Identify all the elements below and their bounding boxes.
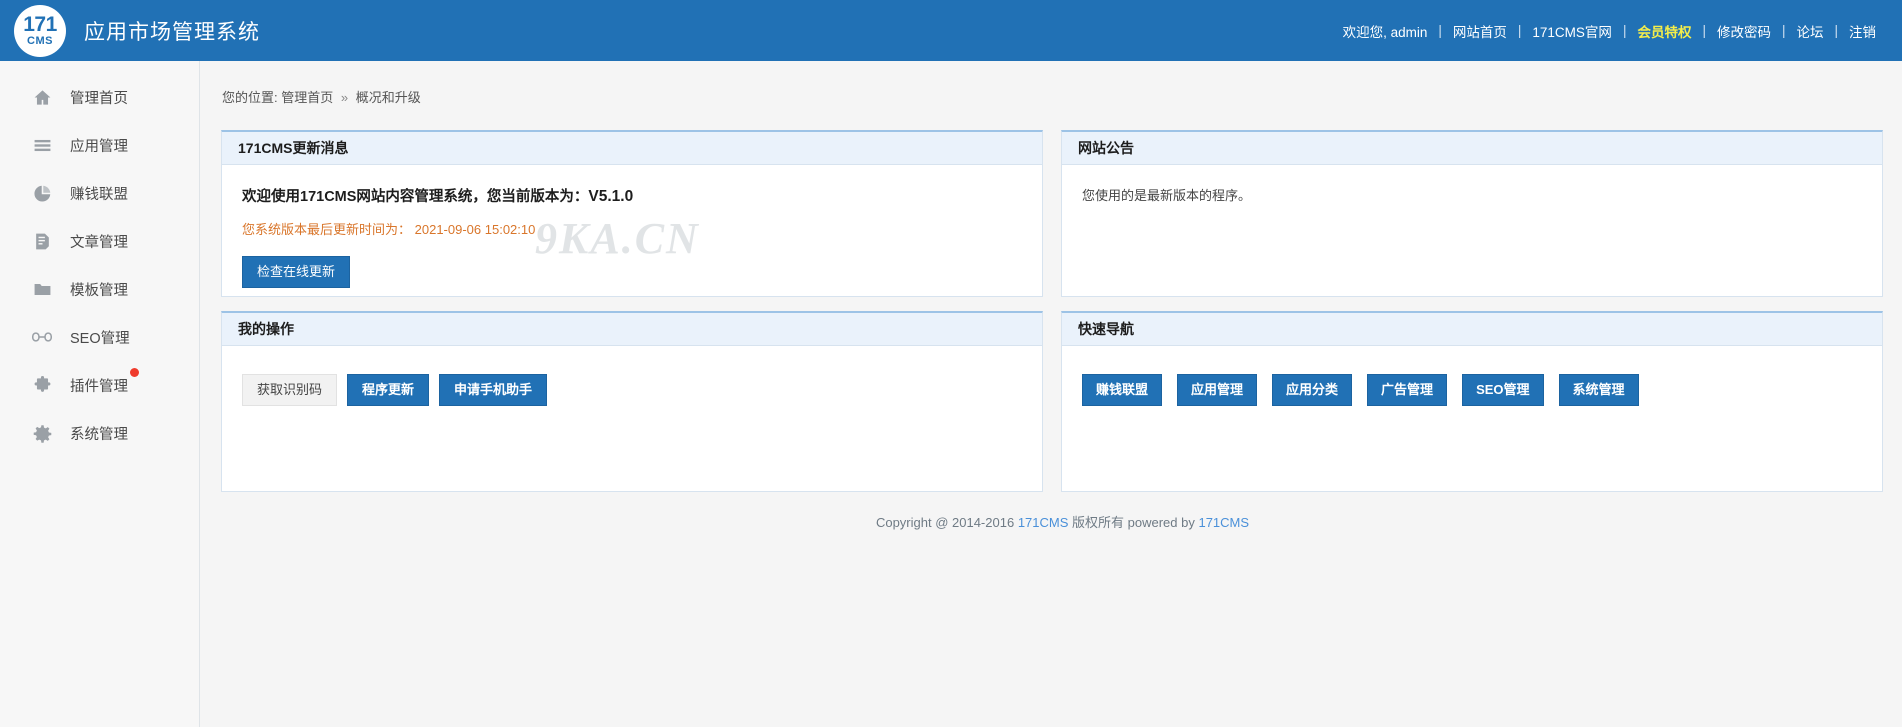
folder-icon [32, 279, 52, 299]
nav-separator: | [1781, 23, 1786, 38]
last-update-time: 2021-09-06 15:02:10 [414, 222, 536, 237]
panel-my-operations: 我的操作 获取识别码 程序更新 申请手机助手 [221, 311, 1043, 492]
copyright-prefix: Copyright @ 2014-2016 [875, 515, 1015, 530]
quick-nav-app-category-button[interactable]: 应用分类 [1272, 374, 1353, 406]
panel-grid: 171CMS更新消息 欢迎使用171CMS网站内容管理系统，您当前版本为：V5.… [200, 106, 1902, 492]
app-title: 应用市场管理系统 [84, 20, 260, 44]
panel-body: 获取识别码 程序更新 申请手机助手 [222, 346, 1042, 491]
gear-icon [32, 423, 52, 443]
sidebar-item-label: 插件管理 [70, 367, 139, 396]
panel-title: 171CMS更新消息 [222, 132, 1042, 165]
panel-body: 赚钱联盟 应用管理 应用分类 广告管理 SEO管理 系统管理 [1062, 346, 1882, 491]
brand: 171 CMS 应用市场管理系统 [14, 4, 260, 57]
logo-171cms-icon: 171 CMS [14, 4, 66, 57]
breadcrumb-separator: » [340, 90, 349, 105]
puzzle-icon [32, 375, 52, 395]
quick-nav-seo-management-button[interactable]: SEO管理 [1462, 374, 1544, 406]
sidebar-item-label: 系统管理 [70, 426, 128, 443]
sidebar-item-label: 模板管理 [70, 282, 128, 299]
sidebar-item-plugin-management[interactable]: 插件管理 [0, 361, 199, 409]
quick-nav-ad-management-button[interactable]: 广告管理 [1367, 374, 1448, 406]
top-navigation: 欢迎您, admin | 网站首页 | 171CMS官网 | 会员特权 | 修改… [1343, 21, 1878, 41]
announcement-text: 您使用的是最新版本的程序。 [1082, 188, 1252, 203]
list-icon [32, 135, 52, 155]
panel-site-announcement: 网站公告 您使用的是最新版本的程序。 [1061, 130, 1883, 297]
quick-nav-money-alliance-button[interactable]: 赚钱联盟 [1082, 374, 1163, 406]
footer-brand-link-1[interactable]: 171CMS [1018, 515, 1069, 530]
breadcrumb-current: 概况和升级 [355, 90, 421, 105]
pie-chart-icon [32, 183, 52, 203]
sidebar: 管理首页 应用管理 赚钱联盟 文章管理 模板管理 SEO管理 插件管理 系统管理 [0, 61, 200, 727]
nav-link-change-password[interactable]: 修改密码 [1715, 21, 1773, 41]
content-area: 您的位置: 管理首页 » 概况和升级 171CMS更新消息 欢迎使用171CMS… [200, 61, 1902, 727]
sidebar-item-label: 应用管理 [70, 138, 128, 155]
panel-body: 您使用的是最新版本的程序。 [1062, 165, 1882, 296]
nav-separator: | [1702, 23, 1706, 38]
footer-brand-link-2[interactable]: 171CMS [1198, 515, 1249, 530]
version-line: 欢迎使用171CMS网站内容管理系统，您当前版本为：V5.1.0 [242, 185, 1022, 206]
nav-separator: | [1622, 23, 1627, 38]
nav-separator: | [1834, 23, 1838, 38]
sidebar-item-template-management[interactable]: 模板管理 [0, 265, 199, 313]
document-icon [32, 231, 52, 251]
sidebar-item-article-management[interactable]: 文章管理 [0, 217, 199, 265]
logo-bottom-text: CMS [27, 35, 53, 47]
nav-link-official-site[interactable]: 171CMS官网 [1530, 21, 1614, 41]
version-value: V5.1.0 [588, 188, 634, 205]
nav-link-logout[interactable]: 注销 [1847, 21, 1878, 41]
nav-separator: | [1438, 23, 1442, 38]
sidebar-item-money-alliance[interactable]: 赚钱联盟 [0, 169, 199, 217]
panel-title: 快速导航 [1062, 313, 1882, 346]
breadcrumb: 您的位置: 管理首页 » 概况和升级 [200, 61, 1902, 106]
top-header-bar: 171 CMS 应用市场管理系统 欢迎您, admin | 网站首页 | 171… [0, 0, 1902, 61]
welcome-message: 欢迎使用171CMS网站内容管理系统，您当前版本为： [242, 189, 589, 205]
sidebar-item-label: 文章管理 [70, 234, 128, 251]
apply-mobile-assistant-button[interactable]: 申请手机助手 [439, 374, 548, 406]
breadcrumb-prefix: 您的位置: [222, 90, 278, 105]
sidebar-item-dashboard[interactable]: 管理首页 [0, 73, 199, 121]
sidebar-item-seo-management[interactable]: SEO管理 [0, 313, 199, 361]
get-identification-code-button[interactable]: 获取识别码 [242, 374, 338, 406]
panel-title: 网站公告 [1062, 132, 1882, 165]
panel-quick-navigation: 快速导航 赚钱联盟 应用管理 应用分类 广告管理 SEO管理 系统管理 [1061, 311, 1883, 492]
quick-nav-system-management-button[interactable]: 系统管理 [1558, 374, 1639, 406]
main-layout: 管理首页 应用管理 赚钱联盟 文章管理 模板管理 SEO管理 插件管理 系统管理… [0, 61, 1902, 727]
quick-nav-buttons: 赚钱联盟 应用管理 应用分类 广告管理 SEO管理 系统管理 [1082, 374, 1862, 406]
sidebar-item-app-management[interactable]: 应用管理 [0, 121, 199, 169]
notification-badge-icon [130, 367, 139, 377]
last-update-label: 您系统版本最后更新时间为： [242, 222, 412, 237]
nav-link-site-home[interactable]: 网站首页 [1451, 21, 1509, 41]
welcome-text: 欢迎您, admin [1342, 24, 1428, 40]
quick-nav-app-management-button[interactable]: 应用管理 [1177, 374, 1258, 406]
logo-top-text: 171 [23, 13, 57, 36]
footer-middle-text: 版权所有 powered by [1072, 515, 1195, 530]
nav-link-forum[interactable]: 论坛 [1794, 21, 1825, 41]
link-icon [32, 327, 52, 347]
sidebar-item-system-management[interactable]: 系统管理 [0, 409, 199, 457]
home-icon [32, 87, 52, 107]
sidebar-item-label: SEO管理 [70, 330, 130, 347]
sidebar-item-label: 赚钱联盟 [70, 186, 128, 203]
nav-link-member-privilege[interactable]: 会员特权 [1635, 21, 1693, 41]
panel-update-news: 171CMS更新消息 欢迎使用171CMS网站内容管理系统，您当前版本为：V5.… [221, 130, 1043, 297]
last-update-line: 您系统版本最后更新时间为： 2021-09-06 15:02:10 [242, 219, 1022, 238]
sidebar-item-label: 管理首页 [70, 90, 128, 107]
panel-body: 欢迎使用171CMS网站内容管理系统，您当前版本为：V5.1.0 您系统版本最后… [222, 165, 1042, 296]
footer: Copyright @ 2014-2016 171CMS 版权所有 powere… [221, 492, 1902, 531]
check-online-update-button[interactable]: 检查在线更新 [242, 256, 351, 288]
sidebar-item-label-text: 插件管理 [70, 378, 128, 395]
program-update-button[interactable]: 程序更新 [347, 374, 430, 406]
nav-separator: | [1517, 23, 1522, 38]
operation-buttons: 获取识别码 程序更新 申请手机助手 [242, 374, 1022, 406]
panel-title: 我的操作 [222, 313, 1042, 346]
breadcrumb-root-link[interactable]: 管理首页 [281, 90, 333, 105]
